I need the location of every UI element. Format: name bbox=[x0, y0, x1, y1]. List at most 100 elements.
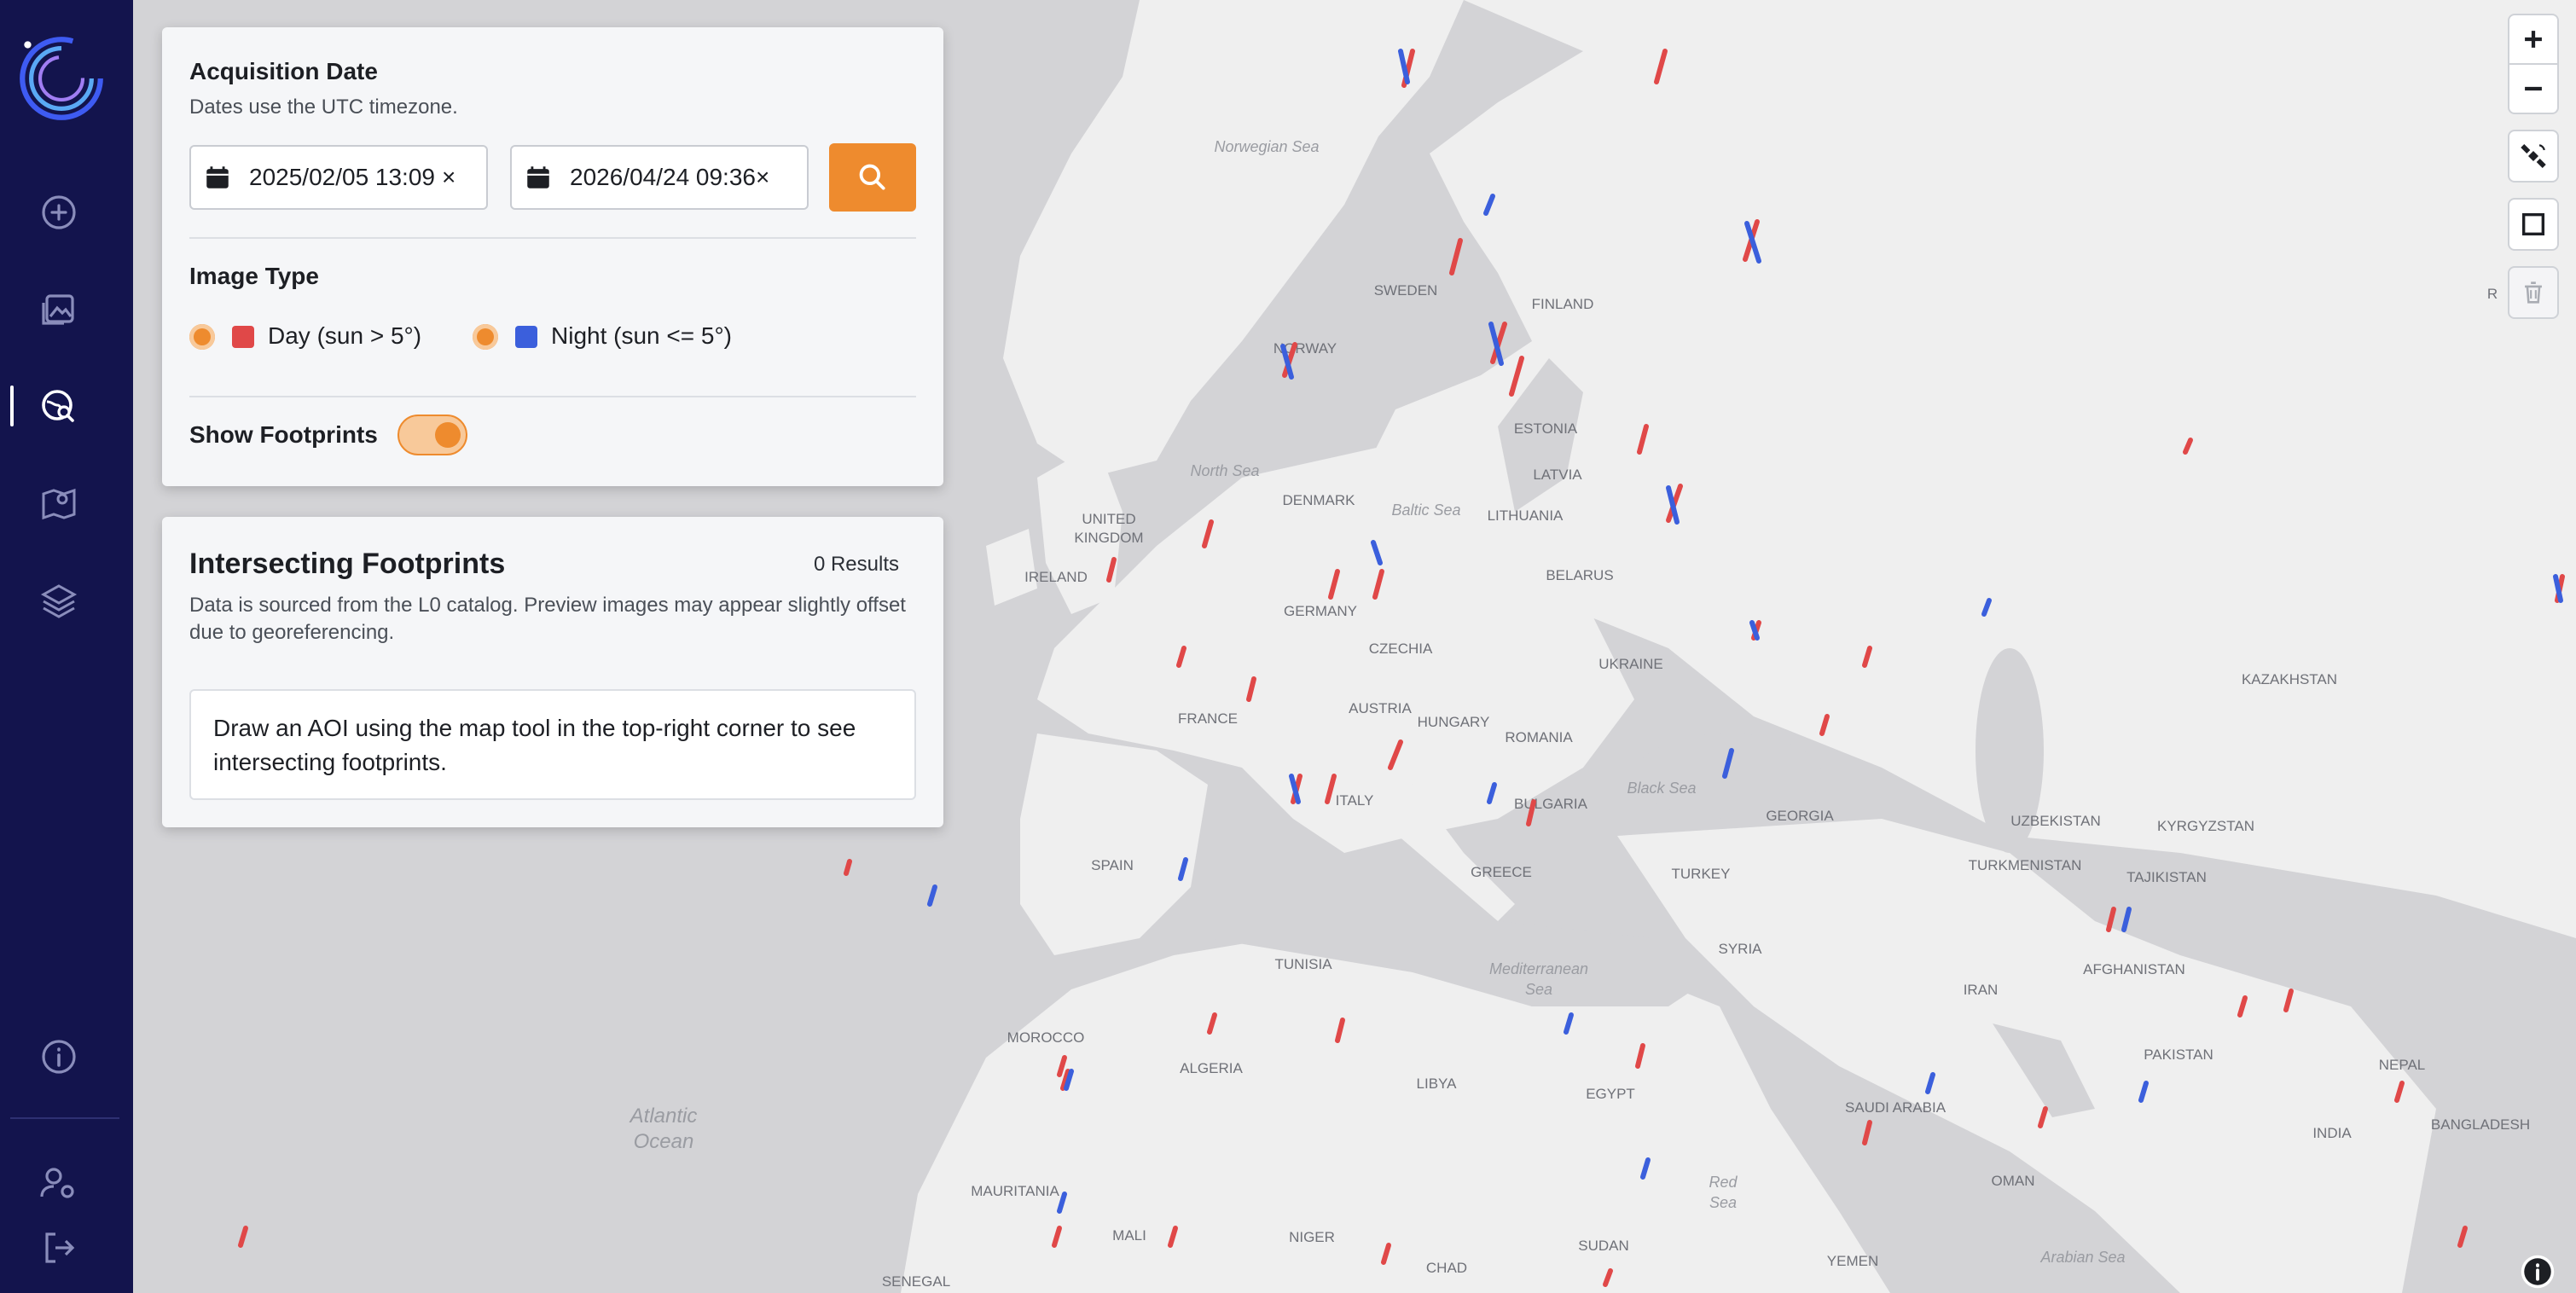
country-label: INDIA bbox=[2312, 1125, 2352, 1141]
country-label: R bbox=[2487, 286, 2498, 302]
country-label: BULGARIA bbox=[1514, 796, 1588, 812]
sidebar-divider bbox=[10, 1117, 119, 1119]
country-label: SWEDEN bbox=[1374, 282, 1438, 299]
nav-images-button[interactable] bbox=[29, 280, 89, 339]
search-icon bbox=[859, 164, 885, 190]
start-date-value: 2025/02/05 13:09 bbox=[249, 164, 435, 190]
country-label: TUNISIA bbox=[1274, 956, 1332, 972]
day-radio[interactable] bbox=[189, 324, 215, 350]
search-button[interactable] bbox=[829, 143, 916, 212]
logout-icon bbox=[45, 1232, 75, 1263]
sea-label: Atlantic bbox=[629, 1105, 698, 1128]
sea-label: Red bbox=[1709, 1174, 1738, 1191]
country-label: TAJIKISTAN bbox=[2126, 869, 2207, 885]
intersecting-footprints-panel: Intersecting Footprints 0 Results Data i… bbox=[162, 517, 943, 827]
nav-layers-button[interactable] bbox=[29, 571, 89, 631]
country-label: IRELAND bbox=[1024, 569, 1088, 585]
satellite-tool-button[interactable] bbox=[2508, 130, 2559, 183]
night-color-swatch bbox=[515, 326, 537, 348]
country-label: ITALY bbox=[1336, 792, 1374, 809]
nav-info-button[interactable] bbox=[29, 1027, 89, 1087]
show-footprints-label: Show Footprints bbox=[189, 421, 378, 448]
country-label: TURKEY bbox=[1672, 866, 1731, 882]
country-label: HUNGARY bbox=[1418, 714, 1490, 730]
user-settings-icon bbox=[40, 1168, 74, 1198]
night-radio[interactable] bbox=[473, 324, 498, 350]
country-label: MAURITANIA bbox=[971, 1183, 1059, 1199]
globe-search-icon bbox=[42, 390, 74, 422]
country-label: GEORGIA bbox=[1766, 808, 1834, 824]
country-label: CHAD bbox=[1426, 1260, 1467, 1276]
delete-aoi-button[interactable] bbox=[2508, 266, 2559, 319]
country-label: UNITED bbox=[1082, 511, 1135, 527]
acquisition-subtitle: Dates use the UTC timezone. bbox=[189, 96, 458, 119]
country-label: LATVIA bbox=[1533, 467, 1582, 483]
country-label: AFGHANISTAN bbox=[2083, 961, 2185, 977]
end-date-value: 2026/04/24 09:36 bbox=[570, 164, 756, 190]
nav-map-pin-button[interactable] bbox=[29, 474, 89, 534]
nav-user-settings-button[interactable] bbox=[29, 1153, 89, 1213]
sea-label: North Sea bbox=[1190, 462, 1259, 479]
country-label: GREECE bbox=[1471, 864, 1532, 880]
country-label: BANGLADESH bbox=[2431, 1116, 2530, 1133]
app-logo[interactable] bbox=[17, 34, 106, 123]
show-footprints-toggle[interactable] bbox=[397, 415, 467, 455]
results-count: 0 Results bbox=[813, 553, 899, 576]
calendar-icon bbox=[206, 166, 229, 188]
section-divider bbox=[189, 237, 916, 239]
clear-end-date[interactable]: × bbox=[756, 164, 769, 191]
country-label: FRANCE bbox=[1178, 710, 1238, 727]
country-label: MALI bbox=[1112, 1227, 1146, 1244]
nav-search-globe-button[interactable] bbox=[29, 377, 89, 437]
zoom-out-button[interactable] bbox=[2508, 63, 2559, 114]
country-label: AUSTRIA bbox=[1349, 700, 1412, 716]
attribution-info-icon[interactable] bbox=[2520, 1254, 2556, 1290]
sea-label: Black Sea bbox=[1627, 780, 1696, 797]
intersecting-title: Intersecting Footprints bbox=[189, 548, 506, 580]
country-label: SAUDI ARABIA bbox=[1845, 1099, 1947, 1116]
country-label: UZBEKISTAN bbox=[2010, 813, 2100, 829]
draw-rectangle-button[interactable] bbox=[2508, 198, 2559, 251]
toggle-knob bbox=[435, 422, 461, 448]
country-label: NIGER bbox=[1289, 1229, 1335, 1245]
country-label: SYRIA bbox=[1718, 941, 1762, 957]
country-label: GERMANY bbox=[1284, 603, 1357, 619]
square-icon bbox=[2521, 212, 2545, 236]
country-label: SUDAN bbox=[1578, 1238, 1629, 1254]
country-label: YEMEN bbox=[1827, 1253, 1878, 1269]
country-label: KINGDOM bbox=[1074, 530, 1143, 546]
map-pin-icon bbox=[42, 488, 76, 520]
layers-icon bbox=[40, 584, 78, 618]
country-label: EGYPT bbox=[1586, 1086, 1635, 1102]
country-label: FINLAND bbox=[1532, 296, 1594, 312]
start-date-input[interactable]: 2025/02/05 13:09 × bbox=[189, 145, 488, 210]
day-color-swatch bbox=[232, 326, 254, 348]
country-label: SPAIN bbox=[1091, 857, 1134, 873]
nav-logout-button[interactable] bbox=[29, 1218, 89, 1278]
country-label: TURKMENISTAN bbox=[1969, 857, 2082, 873]
country-label: SENEGAL bbox=[882, 1273, 950, 1290]
satellite-icon bbox=[2521, 143, 2546, 169]
country-label: LIBYA bbox=[1417, 1076, 1458, 1092]
section-divider bbox=[189, 396, 916, 397]
country-label: OMAN bbox=[1992, 1173, 2035, 1189]
end-date-input[interactable]: 2026/04/24 09:36 × bbox=[510, 145, 809, 210]
aoi-hint-box: Draw an AOI using the map tool in the to… bbox=[189, 689, 916, 800]
nav-active-indicator bbox=[10, 386, 14, 426]
image-icon bbox=[42, 294, 74, 325]
country-label: DENMARK bbox=[1282, 492, 1355, 508]
image-type-title: Image Type bbox=[189, 263, 319, 289]
sea-label: Sea bbox=[1525, 981, 1552, 998]
footprint-day[interactable] bbox=[844, 859, 852, 876]
sea-label: Baltic Sea bbox=[1391, 502, 1460, 519]
nav-create-button[interactable] bbox=[29, 183, 89, 242]
zoom-in-button[interactable] bbox=[2508, 14, 2559, 65]
country-label: UKRAINE bbox=[1598, 656, 1663, 672]
country-label: PAKISTAN bbox=[2144, 1047, 2213, 1063]
sea-label: Norwegian Sea bbox=[1214, 138, 1319, 155]
minus-icon bbox=[2525, 86, 2542, 91]
country-label: LITHUANIA bbox=[1488, 507, 1564, 524]
acquisition-title: Acquisition Date bbox=[189, 58, 378, 84]
clear-start-date[interactable]: × bbox=[442, 164, 455, 191]
country-label: ROMANIA bbox=[1505, 729, 1573, 745]
